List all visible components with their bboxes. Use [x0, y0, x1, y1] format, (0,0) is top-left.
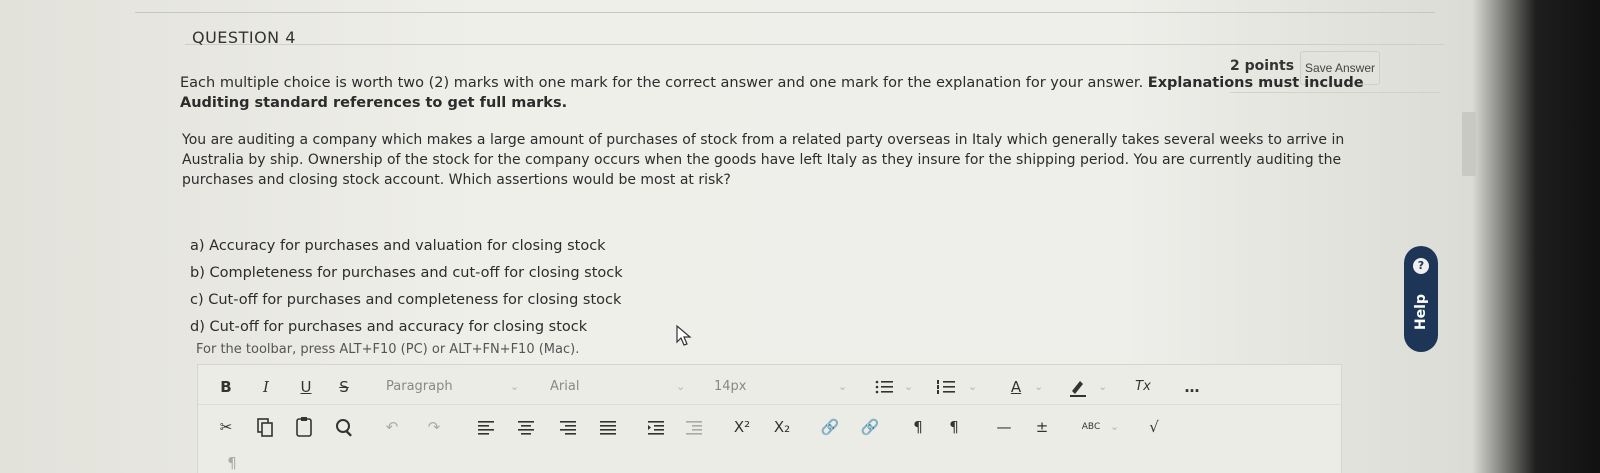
strikethrough-button[interactable]: S: [334, 375, 354, 399]
search-icon[interactable]: [334, 415, 356, 439]
horizontal-line-button[interactable]: —: [994, 415, 1014, 439]
help-label: Help: [1413, 293, 1429, 331]
help-question-icon: ?: [1413, 258, 1429, 274]
insert-icon[interactable]: ±: [1032, 415, 1052, 439]
copy-icon[interactable]: [256, 415, 274, 439]
align-left-icon[interactable]: [476, 415, 496, 439]
option-c: c) Cut-off for purchases and completenes…: [190, 292, 622, 308]
ltr-button[interactable]: ¶: [908, 415, 928, 439]
toolbar-row: B I U S Paragraph ⌄ Arial ⌄ 14px ⌄ ⌄ ⌄ A…: [198, 369, 1343, 405]
option-d: d) Cut-off for purchases and accuracy fo…: [190, 319, 588, 335]
superscript-button[interactable]: X²: [728, 415, 756, 439]
subscript-button[interactable]: X₂: [768, 415, 796, 439]
outdent-icon[interactable]: [684, 415, 704, 439]
align-justify-icon[interactable]: [598, 415, 618, 439]
question-scenario: You are auditing a company which makes a…: [182, 132, 1345, 188]
divider: [135, 12, 1435, 13]
divider: [185, 44, 1445, 45]
paragraph-mark-icon[interactable]: ¶: [222, 451, 242, 473]
chevron-down-icon: ⌄: [1098, 380, 1108, 393]
option-b: b) Completeness for purchases and cut-of…: [190, 265, 623, 281]
instructions-text: Each multiple choice is worth two (2) ma…: [180, 75, 1148, 91]
align-right-icon[interactable]: [558, 415, 578, 439]
toolbar-row: ✂ ↶ ↷ X² X₂ 🔗 🔗 ¶ ¶ — ± ABC ⌄ √: [198, 409, 1343, 445]
question-title: QUESTION 4: [192, 28, 296, 47]
question-instructions: Each multiple choice is worth two (2) ma…: [180, 73, 1390, 113]
chevron-down-icon: ⌄: [904, 380, 914, 393]
undo-icon[interactable]: ↶: [382, 415, 402, 439]
toolbar-row: ¶: [198, 449, 1343, 473]
chevron-down-icon: ⌄: [838, 380, 848, 393]
link-icon[interactable]: 🔗: [820, 415, 840, 439]
rtl-button[interactable]: ¶: [944, 415, 964, 439]
clear-formatting-button[interactable]: Tx: [1130, 375, 1156, 399]
more-button[interactable]: …: [1180, 375, 1204, 399]
font-select[interactable]: Arial: [550, 375, 610, 399]
chevron-down-icon: ⌄: [1034, 380, 1044, 393]
indent-icon[interactable]: [646, 415, 666, 439]
underline-button[interactable]: U: [296, 375, 316, 399]
spellcheck-button[interactable]: ABC: [1078, 415, 1104, 439]
redo-icon[interactable]: ↷: [424, 415, 444, 439]
help-tab[interactable]: ? Help: [1404, 246, 1438, 352]
option-a: a) Accuracy for purchases and valuation …: [190, 238, 606, 254]
paste-icon[interactable]: [294, 415, 314, 439]
paragraph-select[interactable]: Paragraph: [386, 375, 476, 399]
answer-editor[interactable]: B I U S Paragraph ⌄ Arial ⌄ 14px ⌄ ⌄ ⌄ A…: [197, 364, 1343, 473]
toolbar-hint: For the toolbar, press ALT+F10 (PC) or A…: [196, 342, 580, 357]
bold-button[interactable]: B: [216, 375, 236, 399]
math-icon[interactable]: √: [1144, 415, 1164, 439]
highlight-icon[interactable]: [1068, 375, 1088, 399]
align-center-icon[interactable]: [516, 415, 536, 439]
text-color-button[interactable]: A: [1006, 375, 1026, 399]
unlink-icon[interactable]: 🔗: [860, 415, 880, 439]
chevron-down-icon: ⌄: [510, 380, 520, 393]
points-label: 2 points: [1230, 58, 1295, 74]
bullet-list-icon[interactable]: [874, 375, 894, 399]
answer-options: a) Accuracy for purchases and valuation …: [190, 233, 623, 341]
numbered-list-icon[interactable]: [936, 375, 956, 399]
chevron-down-icon: ⌄: [676, 380, 686, 393]
chevron-down-icon: ⌄: [968, 380, 978, 393]
mouse-cursor-icon: [676, 325, 692, 346]
chevron-down-icon: ⌄: [1110, 420, 1120, 433]
italic-button[interactable]: I: [256, 375, 276, 399]
scrollbar-thumb[interactable]: [1462, 112, 1476, 176]
font-size-select[interactable]: 14px: [714, 375, 764, 399]
cut-icon[interactable]: ✂: [216, 415, 236, 439]
